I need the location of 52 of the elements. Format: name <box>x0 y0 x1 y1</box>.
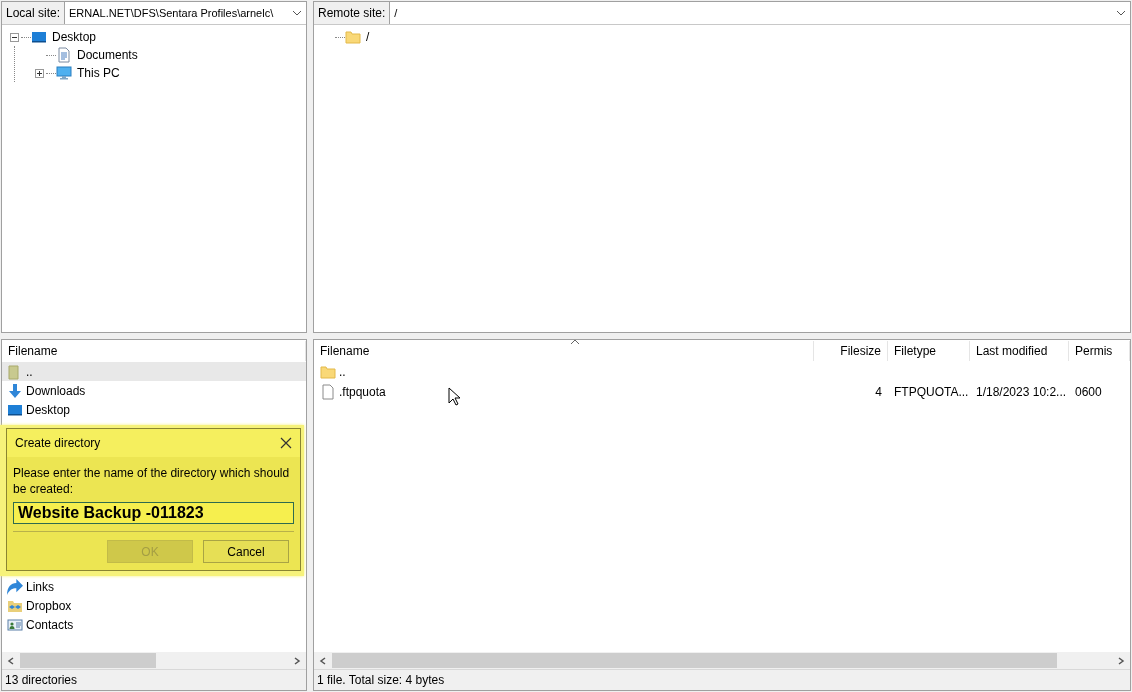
status-bar: 13 directories <box>2 669 306 690</box>
table-cell-text: 0600 <box>1074 385 1103 399</box>
scroll-left-icon <box>319 656 327 665</box>
status-bar: 1 file. Total size: 4 bytes <box>314 669 1130 690</box>
column-header[interactable]: Filename <box>314 341 814 361</box>
file-row[interactable]: Links <box>2 577 306 596</box>
monitor-icon <box>31 29 47 45</box>
cursor-icon <box>448 387 460 406</box>
arrow-icon <box>7 578 23 595</box>
dialog-title: Create directory <box>15 436 101 450</box>
close-icon[interactable] <box>280 437 292 449</box>
file-row[interactable]: Downloads <box>2 381 306 400</box>
computer-icon <box>56 65 72 81</box>
scroll-right-icon <box>293 656 301 665</box>
sort-caret-icon <box>570 340 580 345</box>
tree-item[interactable]: This PC <box>75 66 122 80</box>
tree-item[interactable]: Documents <box>75 48 140 62</box>
path-dropdown[interactable]: / <box>390 2 1130 24</box>
folder-icon <box>320 364 336 380</box>
directory-name-field[interactable]: Website Backup -011823 <box>13 502 294 524</box>
column-header[interactable]: Filetype <box>888 341 970 361</box>
document-icon <box>56 47 72 63</box>
column-header[interactable]: Permis <box>1069 341 1130 361</box>
scrollbar-thumb[interactable] <box>332 653 1058 668</box>
column-header[interactable]: Filesize <box>814 341 888 361</box>
scroll-right-icon <box>1117 656 1125 665</box>
table-cell-text: FTPQUOTA... <box>893 385 970 399</box>
down-arrow-icon <box>7 382 23 399</box>
column-header[interactable]: Last modified <box>970 341 1069 361</box>
dialog-button[interactable]: Cancel <box>203 540 289 563</box>
scrollbar-thumb[interactable] <box>20 653 156 668</box>
expand-icon[interactable] <box>35 68 44 78</box>
file-row[interactable]: Desktop <box>2 400 306 419</box>
table-cell-text: 4 <box>874 385 883 399</box>
file-row[interactable]: Contacts <box>2 615 306 634</box>
table-cell-text: 1/18/2023 10:2... <box>975 385 1068 399</box>
column-header[interactable]: Filename <box>2 341 306 361</box>
file-row[interactable]: .. <box>2 362 306 381</box>
chevron-down-icon <box>1116 10 1126 16</box>
dialog-message: Please enter the name of the directory which should be created: <box>12 465 291 497</box>
file-icon <box>320 384 336 400</box>
scroll-left-icon <box>7 656 15 665</box>
tree-item[interactable]: Desktop <box>50 30 99 44</box>
tree-item[interactable]: / <box>364 30 372 44</box>
chevron-down-icon <box>292 10 302 16</box>
collapse-icon[interactable] <box>10 32 19 42</box>
file-row[interactable]: .ftpquota <box>314 384 814 400</box>
file-row[interactable]: .. <box>314 364 814 380</box>
path-dropdown[interactable]: ERNAL.NET\DFS\Sentara Profiles\arnelc\ <box>65 2 306 24</box>
file-row[interactable]: Dropbox <box>2 596 306 615</box>
folder-icon <box>345 29 361 45</box>
contact-card-icon <box>7 616 23 633</box>
